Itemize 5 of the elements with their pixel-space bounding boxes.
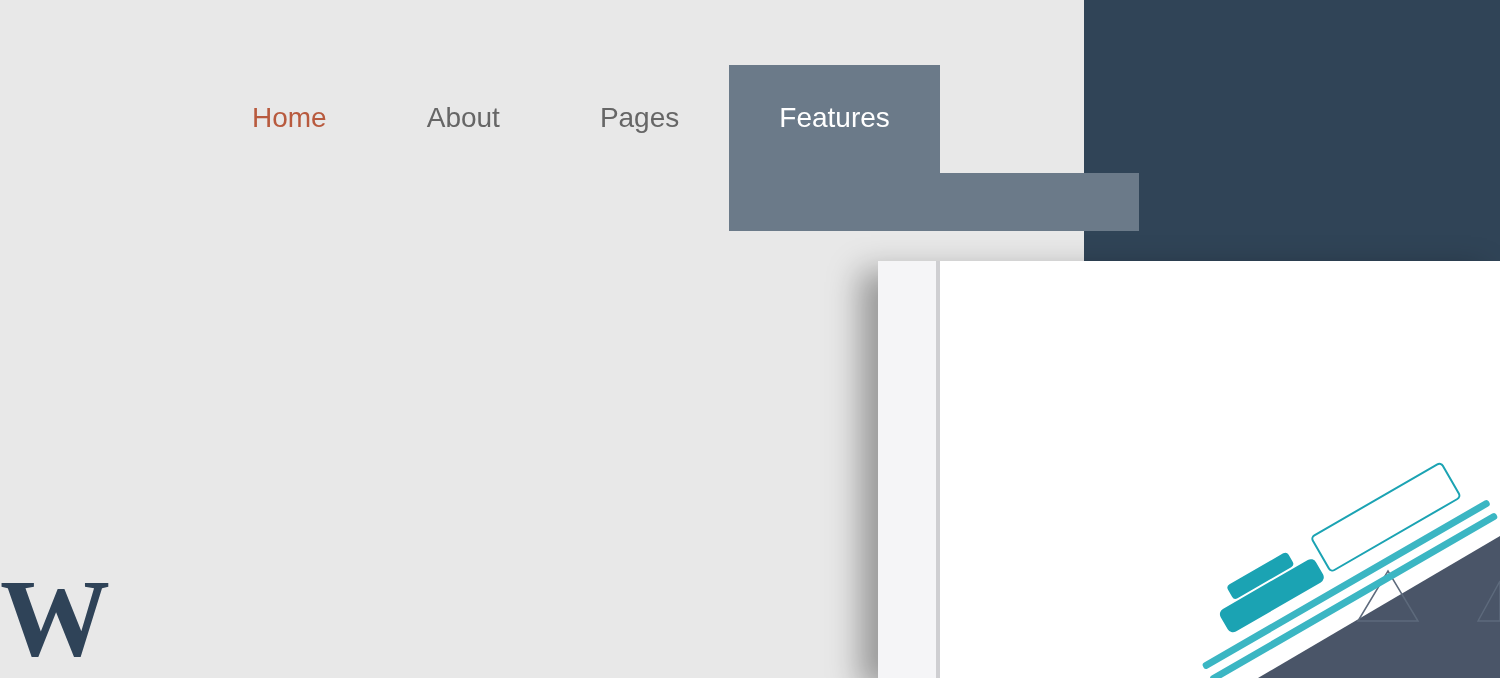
nav-link[interactable]: Pages [549, 65, 730, 173]
hero-heading: W [0, 556, 106, 673]
nav-link[interactable]: About [376, 65, 550, 173]
nav-link[interactable]: Features [729, 65, 940, 173]
nav-link[interactable]: Home [202, 65, 377, 173]
